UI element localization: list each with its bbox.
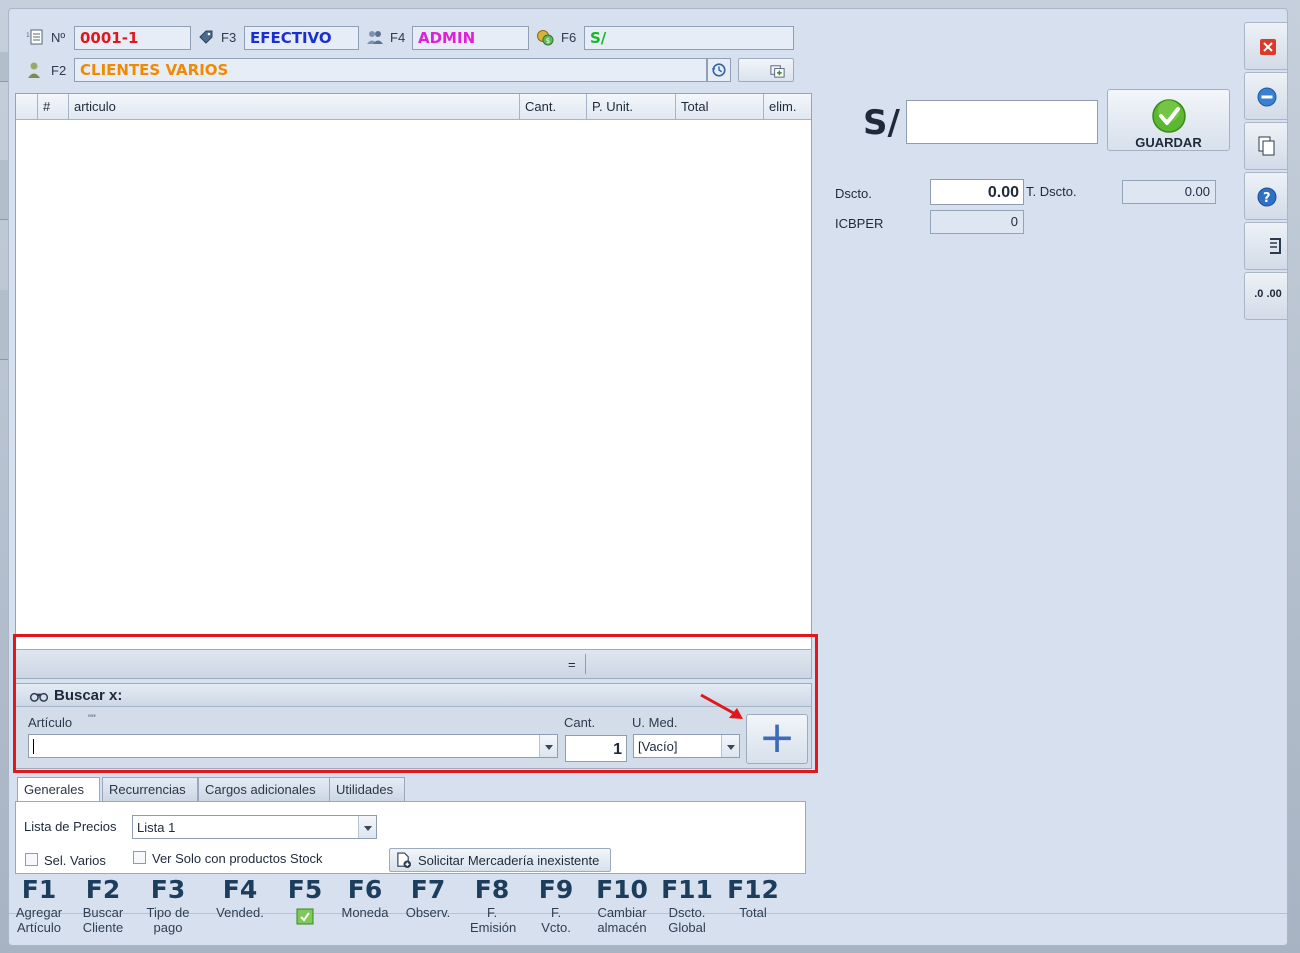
sale-window: 1 Nº 0001-1 F3 EFECTIVO F4 ADMIN $ F6 S/… [8,8,1288,946]
total-discount-label: T. Dscto. [1026,184,1077,199]
document-add-icon [397,852,411,868]
total-amount-field [906,100,1098,144]
price-list-dropdown-button[interactable] [358,816,376,838]
client-new-button[interactable] [738,58,794,82]
price-list-label: Lista de Precios [24,819,117,834]
copy-button[interactable] [1244,122,1287,170]
tab-generales[interactable]: Generales [17,777,100,804]
decimals-label: .0 .00 [1254,288,1282,300]
fkey-f5[interactable]: F5 [277,875,333,941]
items-grid[interactable]: # articulo Cant. P. Unit. Total elim. [15,93,812,651]
annotation-arrow [700,693,743,719]
copy-document-icon [1258,136,1275,156]
new-window-icon [770,65,785,78]
stock-only-label: Ver Solo con productos Stock [152,851,323,866]
tab-panel-generales: Lista de Precios Lista 1 Sel. Varios Ver… [15,801,806,874]
fkey-f7[interactable]: F7 Observ. [400,875,456,941]
price-list-value: Lista 1 [137,820,176,835]
sel-varios-label: Sel. Varios [44,853,106,868]
tab-cargos-adicionales[interactable]: Cargos adicionales [198,777,330,802]
decimals-button[interactable]: .0 .00 [1244,272,1287,320]
sel-varios-checkbox[interactable] [25,853,38,866]
save-button-label: GUARDAR [1135,135,1202,150]
history-icon [711,63,726,77]
column-total[interactable]: Total [676,94,764,120]
svg-text:?: ? [1263,191,1271,206]
total-currency-symbol: S/ [863,103,900,143]
column-elim[interactable]: elim. [764,94,811,120]
client-field[interactable]: CLIENTES VARIOS [74,58,707,82]
currency-field[interactable]: S/ [584,26,794,50]
svg-text:1: 1 [26,32,30,39]
payment-type-field[interactable]: EFECTIVO [244,26,359,50]
calendar-check-icon [296,908,314,925]
request-merchandise-button[interactable]: Solicitar Mercadería inexistente [389,848,611,872]
discount-input[interactable]: 0.00 [930,179,1024,205]
save-button[interactable]: GUARDAR [1107,89,1230,151]
fkey-f2[interactable]: F2 Buscar Cliente [75,875,131,941]
print-button[interactable] [1244,222,1287,270]
client-icon [28,62,40,78]
fkey-f4[interactable]: F4 Vended. [209,875,271,941]
close-icon [1260,39,1276,55]
client-history-button[interactable] [707,58,731,82]
checkmark-circle-icon [1152,99,1186,133]
fkey-f9[interactable]: F9 F. Vcto. [528,875,584,941]
icbper-label: ICBPER [835,216,884,231]
function-key-bar: F1 Agregar Artículo F2 Buscar Cliente F3 Ti… [9,875,1287,945]
fkey-f6[interactable]: F6 Moneda [337,875,393,941]
tab-recurrencias[interactable]: Recurrencias [102,777,198,802]
column-cant[interactable]: Cant. [520,94,587,120]
fkey-f10[interactable]: F10 Cambiar almacén [592,875,652,941]
fkey-f8[interactable]: F8 F. Emisión [464,875,520,941]
svg-text:$: $ [546,37,550,45]
seller-key-label: F4 [390,30,406,45]
fkey-f3[interactable]: F3 Tipo de pago [140,875,196,941]
icbper-field: 0 [930,210,1024,234]
minimize-button[interactable] [1244,72,1287,120]
column-articulo[interactable]: articulo [69,94,520,120]
coins-icon: $ [537,30,554,46]
grid-header-indicator [16,94,38,120]
help-button[interactable]: ? [1244,172,1287,220]
column-punit[interactable]: P. Unit. [587,94,676,120]
users-icon [367,31,383,44]
fkey-f12[interactable]: F12 Total [722,875,784,941]
price-list-select[interactable]: Lista 1 [132,815,377,839]
seller-field[interactable]: ADMIN [412,26,529,50]
document-edge-icon [1270,238,1281,254]
currency-key-label: F6 [561,30,577,45]
payment-key-label: F3 [221,30,237,45]
list-number-icon: 1 [26,29,43,45]
discount-label: Dscto. [835,186,872,201]
request-merchandise-label: Solicitar Mercadería inexistente [418,853,600,868]
fkey-f1[interactable]: F1 Agregar Artículo [11,875,67,941]
tab-utilidades[interactable]: Utilidades [329,777,405,802]
client-key-label: F2 [51,63,67,78]
help-icon: ? [1257,187,1277,207]
grid-header: # articulo Cant. P. Unit. Total elim. [16,94,811,120]
column-number[interactable]: # [38,94,69,120]
close-button[interactable] [1244,22,1287,70]
total-discount-field: 0.00 [1122,180,1216,204]
minus-circle-icon [1257,87,1277,107]
payment-tag-icon [199,30,213,44]
number-field[interactable]: 0001-1 [74,26,191,50]
stock-only-checkbox[interactable] [133,851,146,864]
fkey-f11[interactable]: F11 Dscto. Global [657,875,717,941]
annotation-highlight-box [13,634,818,773]
number-label: Nº [51,30,66,45]
